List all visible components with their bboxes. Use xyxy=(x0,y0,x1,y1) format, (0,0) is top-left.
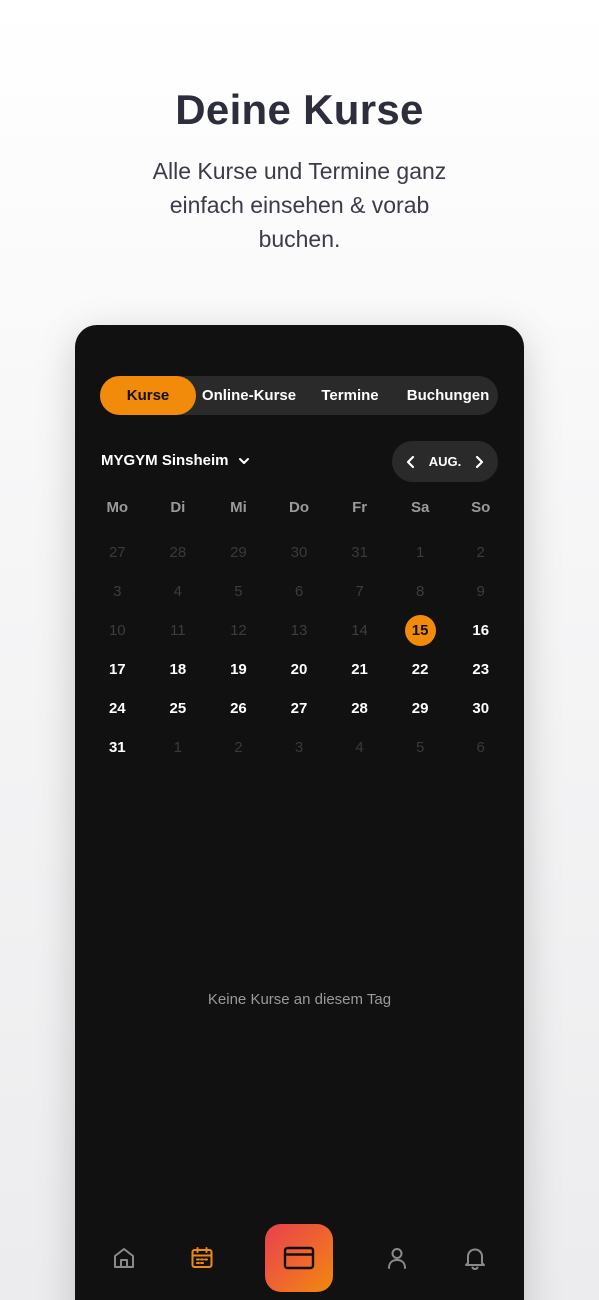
tab-kurse[interactable]: Kurse xyxy=(100,376,196,415)
month-switcher: AUG. xyxy=(392,441,498,482)
weekday-label: Mi xyxy=(230,499,247,516)
calendar-day[interactable]: 23 xyxy=(450,650,511,689)
calendar-day-past: 1 xyxy=(415,544,425,561)
calendar-day-selected[interactable]: 15 xyxy=(390,611,451,650)
chevron-down-icon xyxy=(238,457,249,464)
weekday-label: Di xyxy=(170,499,186,516)
user-icon[interactable] xyxy=(383,1244,411,1272)
calendar-day-past: 9 xyxy=(476,583,485,600)
calendar-day[interactable]: 20 xyxy=(269,650,330,689)
card-icon xyxy=(284,1246,315,1270)
calendar-day[interactable]: 29 xyxy=(390,689,451,728)
weekday-label: Mo xyxy=(106,499,129,516)
calendar-day-other-month: 27 xyxy=(108,544,126,561)
calendar-day[interactable]: 17 xyxy=(87,650,148,689)
calendar-day[interactable]: 31 xyxy=(87,728,148,767)
calendar-day[interactable]: 22 xyxy=(390,650,451,689)
chevron-left-icon[interactable] xyxy=(404,455,418,469)
bell-icon[interactable] xyxy=(461,1244,489,1272)
calendar-day-past: 2 xyxy=(476,544,485,561)
calendar-day[interactable]: 21 xyxy=(329,650,390,689)
calendar-day-other-month: 5 xyxy=(415,739,425,756)
calendar-day-other-month: 29 xyxy=(230,544,247,561)
calendar-day-other-month: 28 xyxy=(169,544,187,561)
studio-selector[interactable]: MYGYM Sinsheim xyxy=(101,452,251,469)
promo-title: Deine Kurse xyxy=(175,86,424,133)
calendar-day-past: 7 xyxy=(355,583,364,600)
weekday-header: Mo Di Mi Do Fr Sa So xyxy=(87,499,511,516)
calendar-day[interactable]: 30 xyxy=(450,689,511,728)
bottom-navigation xyxy=(75,1213,524,1300)
calendar-day-other-month: 1 xyxy=(173,739,183,756)
calendar-day-other-month: 3 xyxy=(294,739,304,756)
weekday-label: Do xyxy=(288,499,309,516)
calendar-day-past: 6 xyxy=(294,583,304,600)
calendar-day[interactable]: 24 xyxy=(87,689,148,728)
tab-termine[interactable]: Termine xyxy=(302,376,398,415)
calendar-day[interactable]: 28 xyxy=(329,689,390,728)
calendar-day[interactable]: 25 xyxy=(148,689,209,728)
tab-online-kurse[interactable]: Online-Kurse xyxy=(196,376,302,415)
chevron-right-icon[interactable] xyxy=(472,455,486,469)
calendar-day-past: 4 xyxy=(173,583,183,600)
studio-name: MYGYM Sinsheim xyxy=(101,452,229,469)
calendar-grid: 27 28 29 30 31 1 2 3 4 5 6 7 8 9 10 11 1… xyxy=(87,533,511,767)
empty-state-message: Keine Kurse an diesem Tag xyxy=(207,991,392,1008)
weekday-label: Fr xyxy=(352,499,368,516)
calendar-day-past: 3 xyxy=(113,583,122,600)
calendar-day[interactable]: 26 xyxy=(208,689,269,728)
tab-bar: Kurse Online-Kurse Termine Buchungen xyxy=(100,376,498,415)
calendar-day-past: 13 xyxy=(290,622,308,639)
calendar-day-other-month: 4 xyxy=(355,739,364,756)
calendar-day-other-month: 6 xyxy=(476,739,485,756)
tab-buchungen[interactable]: Buchungen xyxy=(398,376,498,415)
calendar-day-past: 12 xyxy=(230,622,247,639)
month-label: AUG. xyxy=(428,454,462,469)
calendar-day[interactable]: 27 xyxy=(269,689,330,728)
weekday-label: Sa xyxy=(410,499,430,516)
calendar-day[interactable]: 16 xyxy=(450,611,511,650)
membership-card-button[interactable] xyxy=(265,1224,334,1292)
calendar-day[interactable]: 19 xyxy=(208,650,269,689)
phone-screen: Kurse Online-Kurse Termine Buchungen MYG… xyxy=(75,325,524,1300)
calendar-day-other-month: 30 xyxy=(290,544,308,561)
calendar-day-past: 14 xyxy=(351,622,368,639)
calendar-day-other-month: 31 xyxy=(351,544,368,561)
weekday-label: So xyxy=(471,499,491,516)
calendar-day-past: 10 xyxy=(108,622,126,639)
calendar-day[interactable]: 18 xyxy=(148,650,209,689)
calendar-day-past: 11 xyxy=(170,622,186,639)
calendar-day-past: 8 xyxy=(415,583,425,600)
calendar-icon[interactable] xyxy=(188,1244,216,1272)
calendar-day-past: 5 xyxy=(234,583,243,600)
home-icon[interactable] xyxy=(110,1244,138,1272)
promo-subtitle: Alle Kurse und Termine ganz einfach eins… xyxy=(152,158,447,252)
calendar-day-other-month: 2 xyxy=(234,739,243,756)
